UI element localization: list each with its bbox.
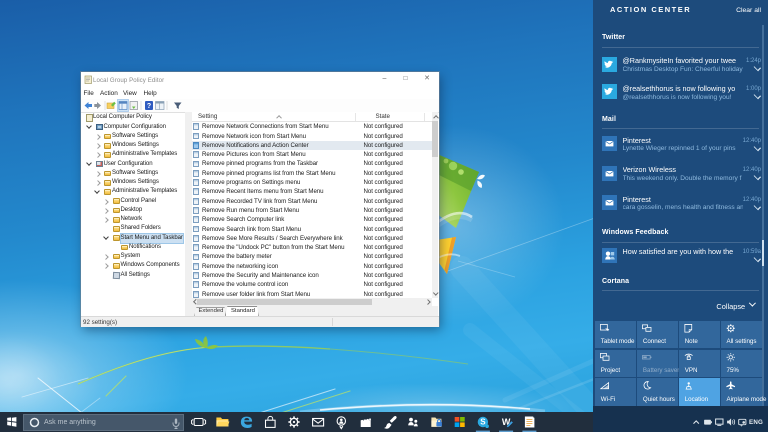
svg-text:S: S	[480, 418, 486, 427]
svg-text:?: ?	[146, 103, 150, 110]
